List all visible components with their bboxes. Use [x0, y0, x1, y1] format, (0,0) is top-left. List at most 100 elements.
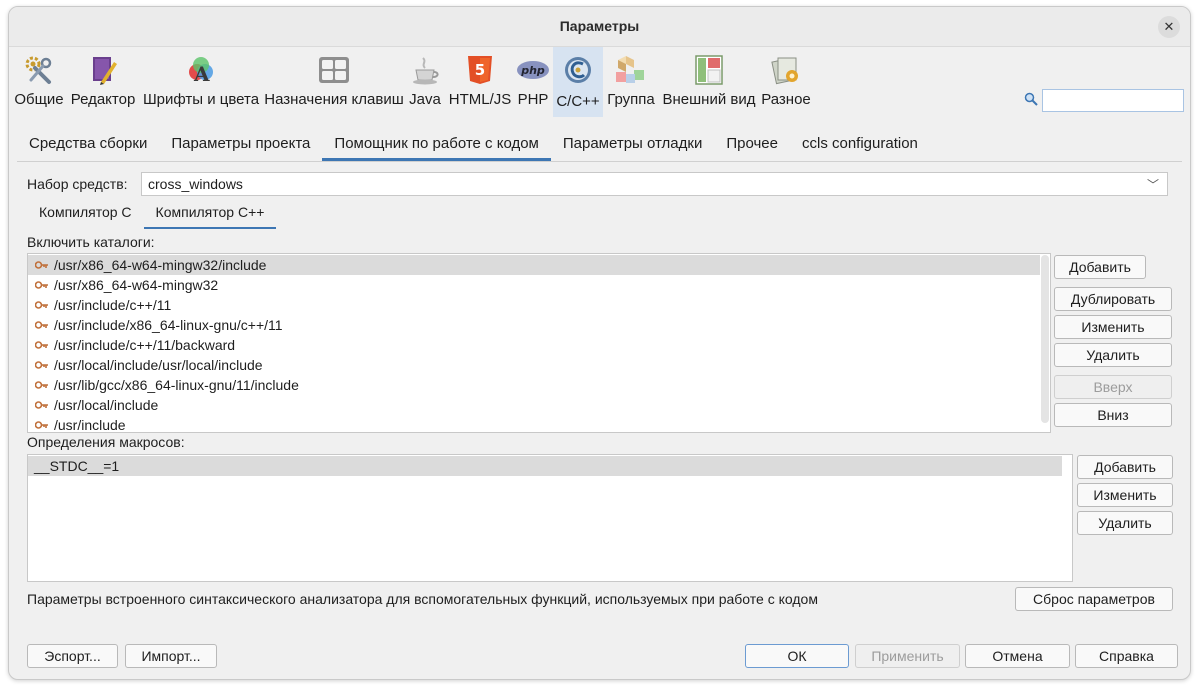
include-duplicate-button[interactable]: Дублировать — [1054, 287, 1172, 311]
key-icon — [35, 280, 49, 290]
include-delete-button[interactable]: Удалить — [1054, 343, 1172, 367]
list-item[interactable]: /usr/include/x86_64-linux-gnu/c++/11 — [28, 315, 1040, 335]
macros-label: Определения макросов: — [27, 434, 185, 450]
key-icon — [35, 360, 49, 370]
include-path: /usr/local/include — [54, 397, 159, 413]
macro-delete-button[interactable]: Удалить — [1077, 511, 1173, 535]
search-input[interactable] — [1042, 89, 1184, 112]
tab-project-options[interactable]: Параметры проекта — [159, 129, 322, 161]
toolbar-item-html-js[interactable]: 5 HTML/JS — [447, 47, 513, 117]
php-glyph: php — [520, 64, 545, 77]
close-icon[interactable]: ✕ — [1158, 16, 1180, 38]
list-item[interactable]: /usr/local/include/usr/local/include — [28, 355, 1040, 375]
tab-other[interactable]: Прочее — [714, 129, 790, 161]
key-icon — [35, 400, 49, 410]
subtab-cpp-compiler[interactable]: Компилятор C++ — [143, 201, 277, 229]
toolbar-label-java: Java — [409, 91, 441, 108]
list-item[interactable]: /usr/include — [28, 415, 1040, 433]
toolbar-label-editor: Редактор — [70, 91, 136, 108]
toolbar-label-cpp: C/C++ — [556, 93, 600, 110]
toolbar-item-general[interactable]: Общие — [13, 47, 65, 117]
parser-description: Параметры встроенного синтаксического ан… — [27, 591, 818, 607]
macro-add-button[interactable]: Добавить — [1077, 455, 1173, 479]
include-dirs-list[interactable]: /usr/x86_64-w64-mingw32/include /usr/x86… — [27, 253, 1051, 433]
subtab-c-compiler[interactable]: Компилятор C — [27, 201, 144, 229]
toolbar-item-keymap[interactable]: Назначения клавиш — [264, 47, 404, 117]
macro-item[interactable]: __STDC__=1 — [28, 456, 1062, 476]
key-icon — [35, 420, 49, 430]
tabs-divider — [17, 161, 1182, 162]
title-bar: Параметры ✕ — [9, 7, 1190, 47]
include-path: /usr/lib/gcc/x86_64-linux-gnu/11/include — [54, 377, 299, 393]
include-dirs-scrollbar[interactable] — [1041, 255, 1049, 423]
toolbar-label-misc: Разное — [761, 91, 811, 108]
list-item[interactable]: /usr/x86_64-w64-mingw32 — [28, 275, 1040, 295]
import-button[interactable]: Импорт... — [125, 644, 217, 668]
preferences-window: Параметры ✕ Общие Редактор A Шрифты и цв… — [8, 6, 1191, 680]
export-button[interactable]: Эспорт... — [27, 644, 118, 668]
list-item[interactable]: /usr/x86_64-w64-mingw32/include — [28, 255, 1040, 275]
include-path: /usr/x86_64-w64-mingw32/include — [54, 257, 267, 273]
toolbar-label-php: PHP — [517, 91, 549, 108]
toolbar-item-group[interactable]: Группа — [605, 47, 657, 117]
toolbar-item-misc[interactable]: Разное — [759, 47, 813, 117]
tab-debugger-options[interactable]: Параметры отладки — [551, 129, 714, 161]
group-icon — [614, 53, 648, 87]
html5-icon: 5 — [463, 53, 497, 87]
list-item[interactable]: /usr/lib/gcc/x86_64-linux-gnu/11/include — [28, 375, 1040, 395]
reset-settings-button[interactable]: Сброс параметров — [1015, 587, 1173, 611]
cpp-icon — [561, 53, 595, 87]
include-path: /usr/local/include/usr/local/include — [54, 357, 263, 373]
include-path: /usr/x86_64-w64-mingw32 — [54, 277, 219, 293]
php-icon: php — [516, 53, 550, 87]
tab-ccls-configuration[interactable]: ccls configuration — [790, 129, 930, 161]
toolbar-item-cpp[interactable]: C/C++ — [553, 47, 603, 117]
key-icon — [35, 300, 49, 310]
include-add-button[interactable]: Добавить — [1054, 255, 1146, 279]
include-move-up-button[interactable]: Вверх — [1054, 375, 1172, 399]
settings-tabs: Средства сборки Параметры проекта Помощн… — [17, 129, 930, 161]
include-path: /usr/include/c++/11/backward — [54, 337, 236, 353]
macros-list[interactable]: __STDC__=1 — [27, 454, 1073, 582]
toolbar-label-fonts-colors: Шрифты и цвета — [142, 91, 260, 108]
macro-edit-button[interactable]: Изменить — [1077, 483, 1173, 507]
macro-definition: __STDC__=1 — [34, 458, 120, 474]
toolbar-item-editor[interactable]: Редактор — [71, 47, 135, 117]
toolset-label: Набор средств: — [27, 176, 128, 192]
key-icon — [35, 320, 49, 330]
java-icon — [408, 53, 442, 87]
help-button[interactable]: Справка — [1075, 644, 1178, 668]
list-item[interactable]: /usr/include/c++/11 — [28, 295, 1040, 315]
window-title: Параметры — [559, 18, 640, 34]
search-box — [1024, 89, 1184, 112]
general-settings-icon — [22, 53, 56, 87]
include-path: /usr/include — [54, 417, 126, 433]
apply-button[interactable]: Применить — [855, 644, 960, 668]
editor-icon — [86, 53, 120, 87]
compiler-subtabs: Компилятор C Компилятор C++ — [27, 201, 277, 229]
toolset-value: cross_windows — [148, 176, 243, 192]
list-item[interactable]: /usr/local/include — [28, 395, 1040, 415]
toolbar-item-php[interactable]: php PHP — [515, 47, 551, 117]
cancel-button[interactable]: Отмена — [965, 644, 1070, 668]
toolbar-item-fonts-colors[interactable]: A Шрифты и цвета — [143, 47, 259, 117]
toolbar-item-appearance[interactable]: Внешний вид — [661, 47, 757, 117]
svg-text:A: A — [193, 62, 210, 86]
key-icon — [35, 380, 49, 390]
tab-code-assistance[interactable]: Помощник по работе с кодом — [322, 129, 552, 161]
toolbar-label-keymap: Назначения клавиш — [264, 91, 404, 108]
toolbar-label-group: Группа — [607, 91, 655, 108]
key-icon — [35, 260, 49, 270]
toolbar-label-html-js: HTML/JS — [448, 91, 512, 108]
include-path: /usr/include/c++/11 — [54, 297, 172, 313]
ok-button[interactable]: ОК — [745, 644, 849, 668]
misc-icon — [769, 53, 803, 87]
toolbar-item-java[interactable]: Java — [407, 47, 443, 117]
include-move-down-button[interactable]: Вниз — [1054, 403, 1172, 427]
include-edit-button[interactable]: Изменить — [1054, 315, 1172, 339]
tab-build-tools[interactable]: Средства сборки — [17, 129, 159, 161]
toolset-select[interactable]: cross_windows ﹀ — [141, 172, 1168, 196]
list-item[interactable]: /usr/include/c++/11/backward — [28, 335, 1040, 355]
toolbar-label-appearance: Внешний вид — [662, 91, 756, 108]
include-path: /usr/include/x86_64-linux-gnu/c++/11 — [54, 317, 283, 333]
